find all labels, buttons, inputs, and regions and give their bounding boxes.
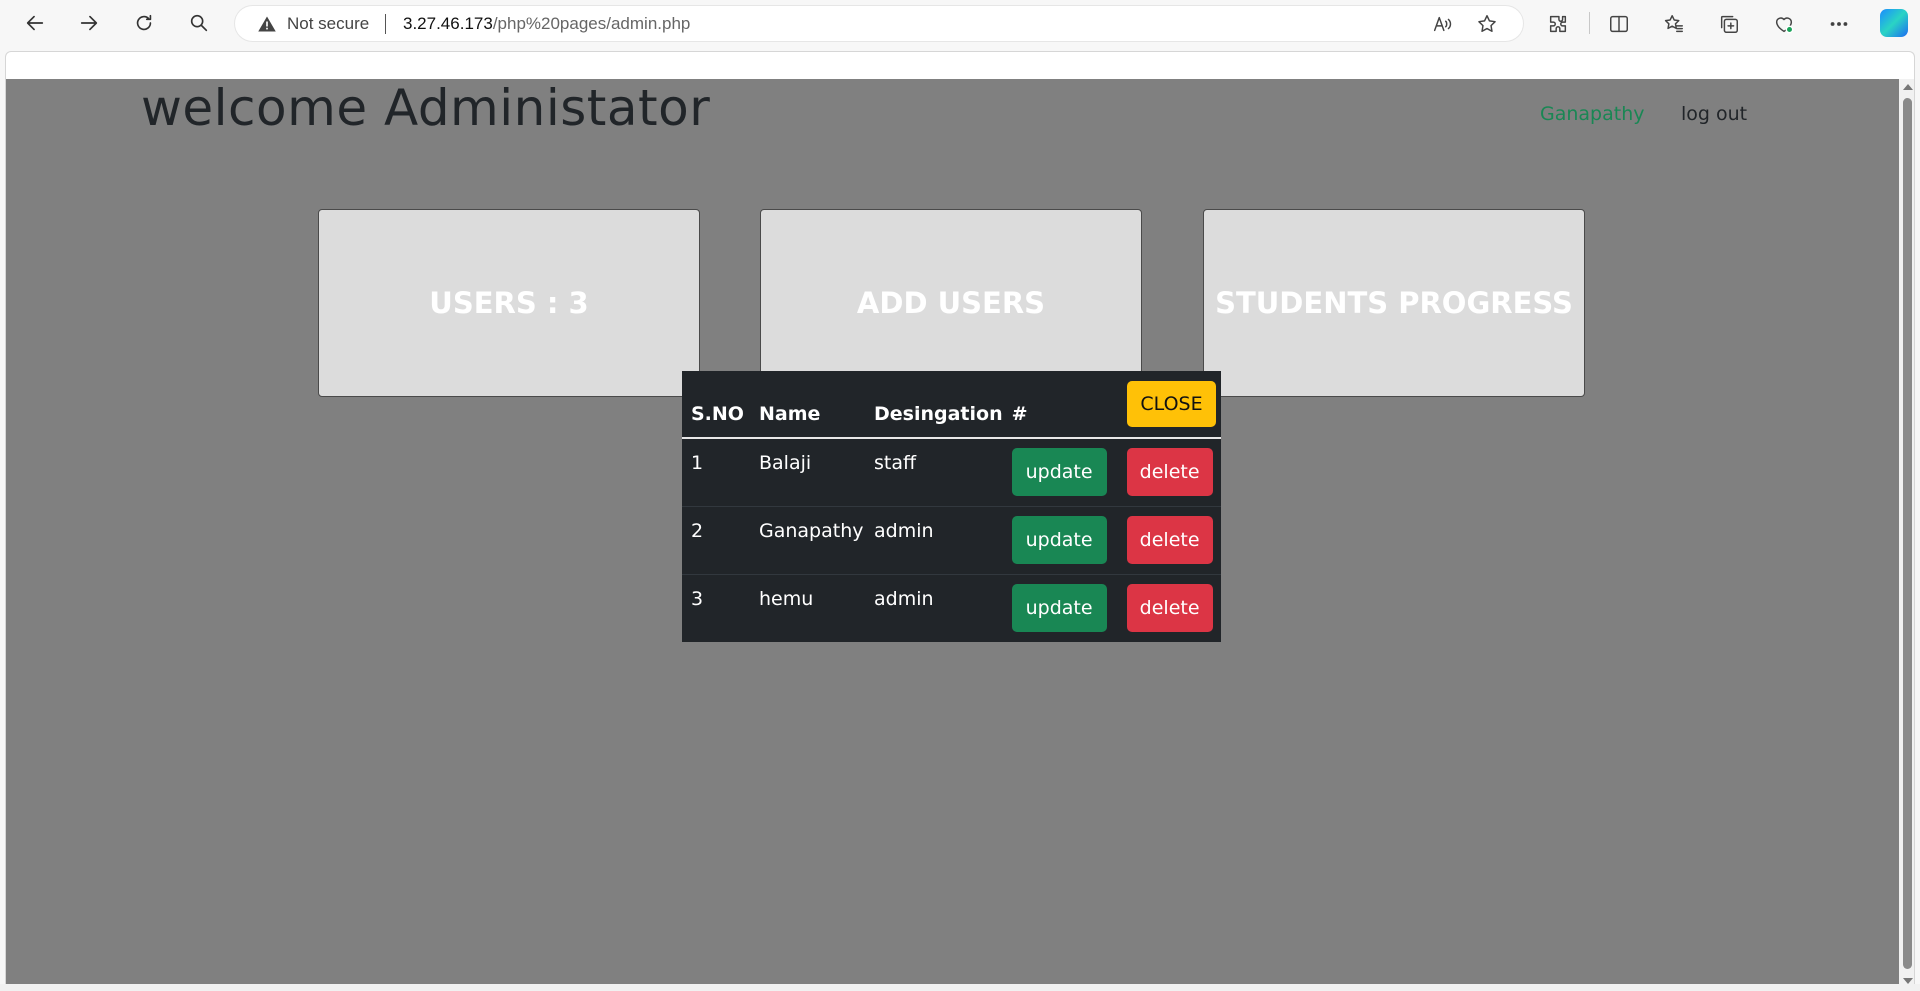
row-designation: admin (865, 506, 1003, 575)
more-icon[interactable] (1826, 11, 1852, 37)
nav-user-link[interactable]: Ganapathy (1540, 103, 1645, 125)
browser-toolbar: Not secure 3.27.46.173/php%20pages/admin… (0, 0, 1920, 47)
column-header-sno: S.NO (682, 371, 750, 439)
row-name: Balaji (750, 438, 865, 507)
close-button[interactable]: CLOSE (1127, 381, 1216, 427)
update-button[interactable]: update (1011, 515, 1107, 564)
favorites-icon[interactable] (1661, 11, 1687, 37)
update-button[interactable]: update (1011, 448, 1107, 496)
users-count-label: USERS : 3 (429, 286, 589, 320)
row-name: Ganapathy (750, 506, 865, 575)
warning-icon[interactable] (257, 14, 277, 34)
delete-button[interactable]: delete (1126, 448, 1213, 496)
extensions-icon[interactable] (1545, 11, 1571, 37)
row-delete-cell: delete (1117, 506, 1221, 575)
column-header-name: Name (750, 371, 865, 439)
scroll-up-arrow-icon[interactable] (1903, 84, 1913, 90)
page-title: welcome Administator (141, 79, 711, 137)
students-progress-label: STUDENTS PROGRESS (1215, 286, 1573, 320)
vertical-scrollbar[interactable] (1899, 79, 1914, 991)
search-icon[interactable] (182, 8, 216, 38)
page-content: welcome Administator Ganapathy log out U… (6, 79, 1899, 986)
toolbar-separator (1589, 12, 1590, 34)
column-header-designation: Desingation (865, 371, 1003, 439)
page-frame: welcome Administator Ganapathy log out U… (5, 51, 1915, 991)
add-users-label: ADD USERS (856, 286, 1046, 320)
row-update-cell: update (1002, 506, 1118, 575)
add-users-card[interactable]: ADD USERS (760, 209, 1142, 397)
users-count-card[interactable]: USERS : 3 (318, 209, 700, 397)
row-update-cell: update (1003, 574, 1118, 642)
url-path: /php%20pages/admin.php (492, 14, 691, 33)
row-delete-cell: delete (1118, 574, 1221, 642)
update-button[interactable]: update (1011, 583, 1107, 632)
table-row: 3 hemu admin update delete (682, 574, 1221, 642)
students-progress-card[interactable]: STUDENTS PROGRESS (1203, 209, 1585, 397)
address-separator (385, 14, 386, 34)
delete-button[interactable]: delete (1126, 515, 1213, 564)
row-name: hemu (759, 587, 814, 610)
row-update-cell: update (1002, 438, 1118, 507)
read-aloud-icon[interactable] (1431, 13, 1453, 35)
url-text[interactable]: 3.27.46.173/php%20pages/admin.php (403, 14, 690, 34)
refresh-icon[interactable] (127, 8, 161, 38)
favorite-star-icon[interactable] (1476, 13, 1498, 35)
row-delete-cell: delete (1117, 438, 1221, 507)
scrollbar-thumb[interactable] (1903, 98, 1912, 969)
column-header-actions: # (1002, 371, 1118, 439)
row-designation: admin (874, 587, 934, 610)
browser-essentials-icon[interactable] (1771, 11, 1797, 37)
url-host: 3.27.46.173 (403, 14, 493, 33)
address-bar[interactable]: Not secure 3.27.46.173/php%20pages/admin… (235, 6, 1523, 41)
table-row: 1 Balaji staff update delete (682, 438, 1221, 507)
table-row: 2 Ganapathy admin update delete (682, 506, 1221, 575)
row-sno: 3 (691, 587, 704, 610)
window-bottom-edge (0, 984, 1920, 991)
users-modal: S.NO Name Desingation # 1 Balaji staff u… (682, 371, 1221, 642)
row-sno: 2 (682, 506, 750, 575)
copilot-icon[interactable] (1880, 9, 1908, 37)
security-label[interactable]: Not secure (287, 14, 369, 34)
forward-icon[interactable] (72, 8, 106, 38)
collections-icon[interactable] (1716, 11, 1742, 37)
row-sno: 1 (682, 438, 750, 507)
row-designation: staff (865, 438, 1003, 507)
split-screen-icon[interactable] (1606, 11, 1632, 37)
back-icon[interactable] (18, 8, 52, 38)
logout-link[interactable]: log out (1681, 103, 1747, 125)
delete-button[interactable]: delete (1126, 583, 1213, 632)
